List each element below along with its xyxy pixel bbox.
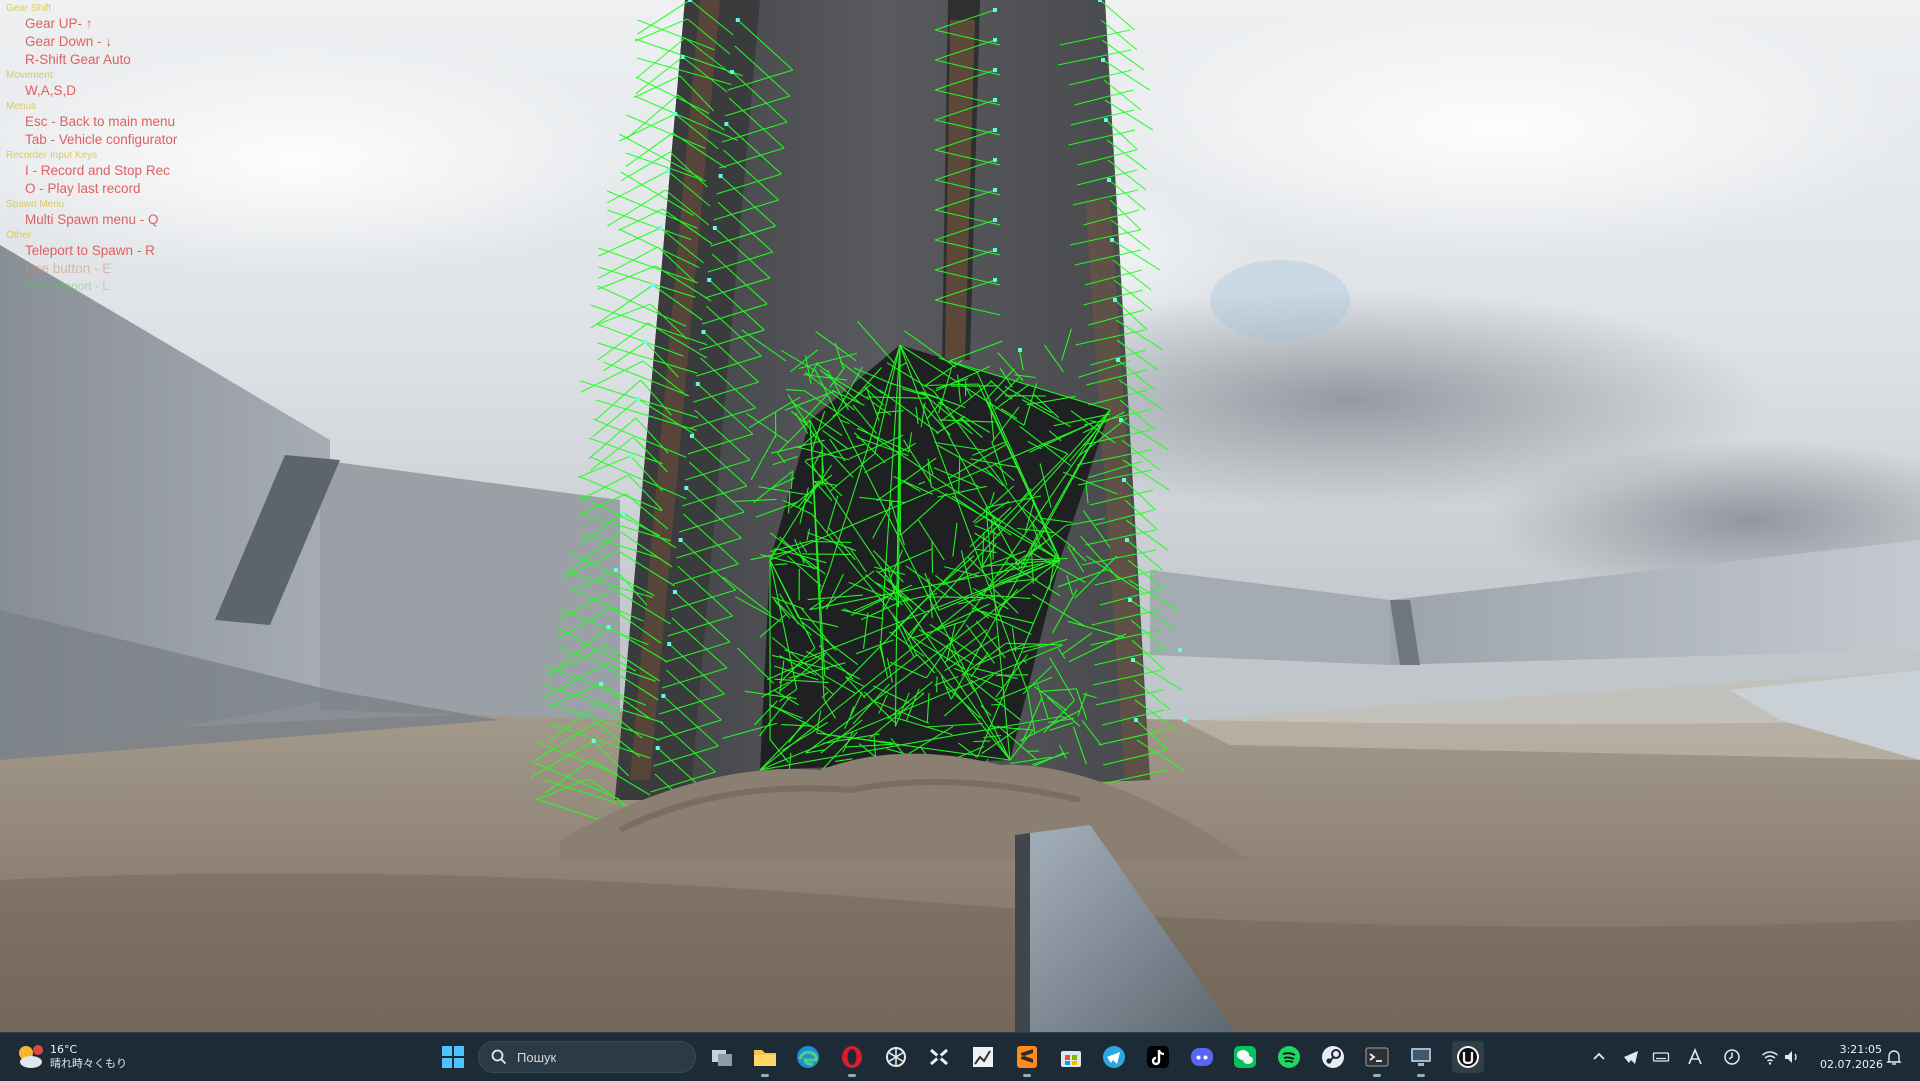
capcut[interactable]: [923, 1041, 955, 1073]
discord[interactable]: [1186, 1041, 1218, 1073]
hud-section-title: Gear Shift: [6, 4, 51, 14]
remote-desktop[interactable]: [1405, 1041, 1437, 1073]
keyboard-icon: [1652, 1048, 1670, 1066]
task-view-icon: [709, 1044, 735, 1070]
terminal[interactable]: [1361, 1041, 1393, 1073]
edge[interactable]: [792, 1041, 824, 1073]
opera-icon: [839, 1044, 865, 1070]
steam[interactable]: [1317, 1041, 1349, 1073]
hud-control-hint: O - Play last record: [25, 182, 141, 196]
hud-control-hint: Use button - E: [25, 262, 111, 276]
taskbar: 16°C 晴れ時々くもり Пошук: [0, 1032, 1920, 1081]
hud-section-title: Movement: [6, 71, 53, 81]
ime-a-icon: [1686, 1048, 1704, 1066]
hud-control-hint: Gear UP- ↑: [25, 17, 93, 31]
steam-icon: [1320, 1044, 1346, 1070]
file-explorer[interactable]: [749, 1041, 781, 1073]
hud-section-title: Spawn Menu: [6, 200, 64, 210]
search-placeholder: Пошук: [517, 1050, 556, 1065]
clock-tray-icon: [1723, 1048, 1741, 1066]
telegram-icon: [1101, 1044, 1127, 1070]
store-icon: [1058, 1044, 1084, 1070]
tray-wifi[interactable]: [1760, 1047, 1780, 1067]
tray-clock[interactable]: [1722, 1047, 1742, 1067]
tray-keyboard[interactable]: [1651, 1047, 1671, 1067]
clock-date: 02.07.2026: [1820, 1057, 1882, 1072]
spotify[interactable]: [1273, 1041, 1305, 1073]
ms-store[interactable]: [1055, 1041, 1087, 1073]
hud-control-hint: W,A,S,D: [25, 84, 76, 98]
telegram-tray-icon: [1622, 1048, 1640, 1066]
wechat-icon: [1232, 1044, 1258, 1070]
chatgpt-icon: [883, 1044, 909, 1070]
clock-time: 3:21:05: [1820, 1042, 1882, 1057]
opera[interactable]: [836, 1041, 868, 1073]
controls-hud: Gear Shift Gear UP- ↑ Gear Down - ↓ R-Shift…: [0, 0, 260, 310]
discord-icon: [1189, 1044, 1215, 1070]
windows-logo-icon: [440, 1044, 466, 1070]
terminal-icon: [1364, 1044, 1390, 1070]
chevron-up-icon: [1590, 1048, 1608, 1066]
search-icon: [491, 1049, 507, 1065]
hud-control-hint: Teleport to Spawn - R: [25, 244, 155, 258]
wifi-icon: [1761, 1048, 1779, 1066]
weather-widget[interactable]: 16°C 晴れ時々くもり: [14, 1039, 127, 1075]
weather-desc: 晴れ時々くもり: [50, 1057, 127, 1071]
game-viewport[interactable]: [0, 0, 1920, 1032]
start-button[interactable]: [437, 1041, 469, 1073]
unreal-engine[interactable]: [1452, 1041, 1484, 1073]
spotify-icon: [1276, 1044, 1302, 1070]
unreal-icon: [1455, 1044, 1481, 1070]
hud-control-hint: R-Shift Gear Auto: [25, 53, 131, 67]
tray-overflow[interactable]: [1589, 1047, 1609, 1067]
monitor-icon: [1408, 1044, 1434, 1070]
chart-app-icon: [970, 1044, 996, 1070]
weather-temp: 16°C: [50, 1043, 127, 1057]
tray-ime[interactable]: [1685, 1047, 1705, 1067]
tray-telegram[interactable]: [1621, 1047, 1641, 1067]
wechat[interactable]: [1229, 1041, 1261, 1073]
sublime-icon: [1014, 1044, 1040, 1070]
system-clock[interactable]: 3:21:05 02.07.2026: [1820, 1042, 1882, 1072]
tray-volume[interactable]: [1782, 1047, 1802, 1067]
capcut-icon: [926, 1044, 952, 1070]
hud-control-hint: Fast teleport - L: [25, 280, 109, 292]
bell-icon: [1885, 1048, 1903, 1066]
tiktok-icon: [1145, 1044, 1171, 1070]
notifications-button[interactable]: [1884, 1047, 1904, 1067]
telegram[interactable]: [1098, 1041, 1130, 1073]
hud-control-hint: Gear Down - ↓: [25, 35, 112, 49]
partly-cloudy-icon: [14, 1042, 44, 1072]
chatgpt[interactable]: [880, 1041, 912, 1073]
folder-icon: [752, 1044, 778, 1070]
edge-icon: [795, 1044, 821, 1070]
search-box[interactable]: Пошук: [478, 1041, 696, 1073]
sublime-text[interactable]: [1011, 1041, 1043, 1073]
task-view-button[interactable]: [706, 1041, 738, 1073]
hud-control-hint: Esc - Back to main menu: [25, 115, 175, 129]
hud-control-hint: Tab - Vehicle configurator: [25, 133, 177, 147]
tiktok[interactable]: [1142, 1041, 1174, 1073]
hud-section-title: Other: [6, 231, 31, 241]
hud-section-title: Recorder Input Keys: [6, 151, 97, 161]
hud-control-hint: Multi Spawn menu - Q: [25, 213, 159, 227]
hud-section-title: Menus: [6, 102, 36, 112]
hud-control-hint: I - Record and Stop Rec: [25, 164, 170, 178]
photo-editor[interactable]: [967, 1041, 999, 1073]
volume-icon: [1783, 1048, 1801, 1066]
